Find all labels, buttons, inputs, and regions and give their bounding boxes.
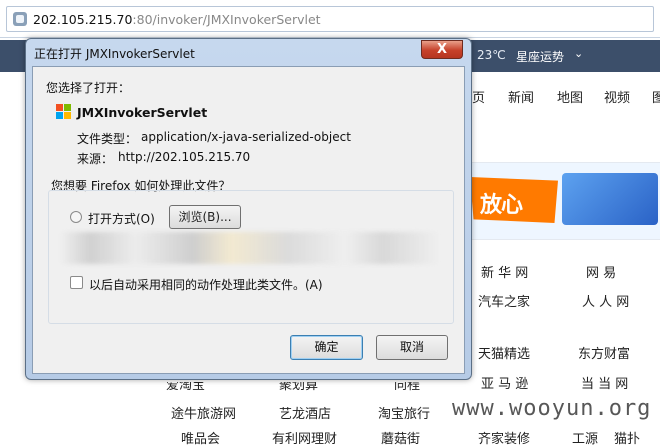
- site-link[interactable]: 人 人 网: [582, 291, 629, 310]
- file-name: JMXInvokerServlet: [77, 105, 208, 120]
- site-link[interactable]: 齐家装修: [478, 428, 530, 447]
- site-link[interactable]: 东方财富: [578, 343, 630, 362]
- nav-item-home[interactable]: 页: [472, 87, 485, 106]
- nav-item-news[interactable]: 新闻: [508, 87, 534, 106]
- astrology-link[interactable]: 星座运势: [516, 48, 564, 65]
- url-host: 202.105.215.70: [33, 12, 133, 27]
- site-link[interactable]: 当 当 网: [581, 373, 628, 392]
- close-icon: X: [437, 42, 448, 57]
- chevron-down-icon[interactable]: ⌄: [574, 47, 583, 60]
- close-button[interactable]: X: [421, 40, 463, 59]
- banner-text: 放心: [480, 193, 523, 218]
- open-with-radio[interactable]: [70, 211, 82, 223]
- site-link[interactable]: 亚 马 逊: [481, 373, 528, 392]
- address-bar: 202.105.215.70:80/invoker/JMXInvokerServ…: [0, 0, 660, 38]
- source-value: http://202.105.215.70: [118, 150, 251, 164]
- chosen-label: 您选择了打开：: [46, 81, 131, 95]
- url-path: :80/invoker/JMXInvokerServlet: [132, 12, 321, 27]
- site-link[interactable]: 天猫精选: [478, 343, 530, 362]
- weather-temperature: 23℃: [477, 48, 506, 62]
- auto-action-label[interactable]: 以后自动采用相同的动作处理此类文件。(A): [89, 276, 323, 293]
- url-text[interactable]: 202.105.215.70:80/invoker/JMXInvokerServ…: [33, 12, 321, 27]
- page-icon: [13, 12, 27, 26]
- site-link[interactable]: 猫扑: [614, 428, 640, 447]
- file-type-label: 文件类型：: [77, 132, 138, 146]
- source-label: 来源：: [77, 152, 114, 166]
- site-link[interactable]: 艺龙酒店: [279, 403, 331, 422]
- cancel-button[interactable]: 取消: [376, 335, 448, 360]
- dialog-title: 正在打开 JMXInvokerServlet: [34, 47, 195, 61]
- url-field[interactable]: 202.105.215.70:80/invoker/JMXInvokerServ…: [6, 6, 654, 32]
- site-link[interactable]: 淘宝旅行: [378, 403, 430, 422]
- banner-image: [562, 173, 658, 225]
- nav-item-image[interactable]: 图: [652, 87, 660, 106]
- open-with-label[interactable]: 打开方式(O): [88, 210, 155, 227]
- site-link[interactable]: 网 易: [586, 262, 616, 281]
- banner-orange-panel: 放心: [470, 177, 558, 223]
- site-link[interactable]: 蘑菇街: [381, 428, 420, 447]
- site-link[interactable]: 汽车之家: [478, 291, 530, 310]
- site-link[interactable]: 新 华 网: [481, 262, 528, 281]
- watermark-text: www.wooyun.org: [452, 396, 652, 421]
- dialog-titlebar[interactable]: 正在打开 JMXInvokerServlet X: [26, 39, 471, 65]
- browse-button[interactable]: 浏览(B)...: [169, 205, 241, 229]
- ad-banner[interactable]: 放心: [470, 162, 660, 240]
- nav-item-map[interactable]: 地图: [557, 87, 583, 106]
- site-nav: 页 新闻 地图 视频 图: [470, 80, 660, 110]
- nav-item-video[interactable]: 视频: [604, 87, 630, 106]
- ok-button[interactable]: 确定: [290, 335, 363, 360]
- file-type-value: application/x-java-serialized-object: [141, 130, 351, 144]
- redacted-area: [60, 232, 440, 264]
- site-link[interactable]: 工源: [572, 428, 598, 447]
- site-link[interactable]: 有利网理财: [272, 428, 337, 447]
- site-link[interactable]: 途牛旅游网: [171, 403, 236, 422]
- site-link[interactable]: 唯品会: [181, 428, 220, 447]
- auto-action-checkbox[interactable]: [70, 276, 83, 289]
- file-type-icon: [56, 104, 72, 120]
